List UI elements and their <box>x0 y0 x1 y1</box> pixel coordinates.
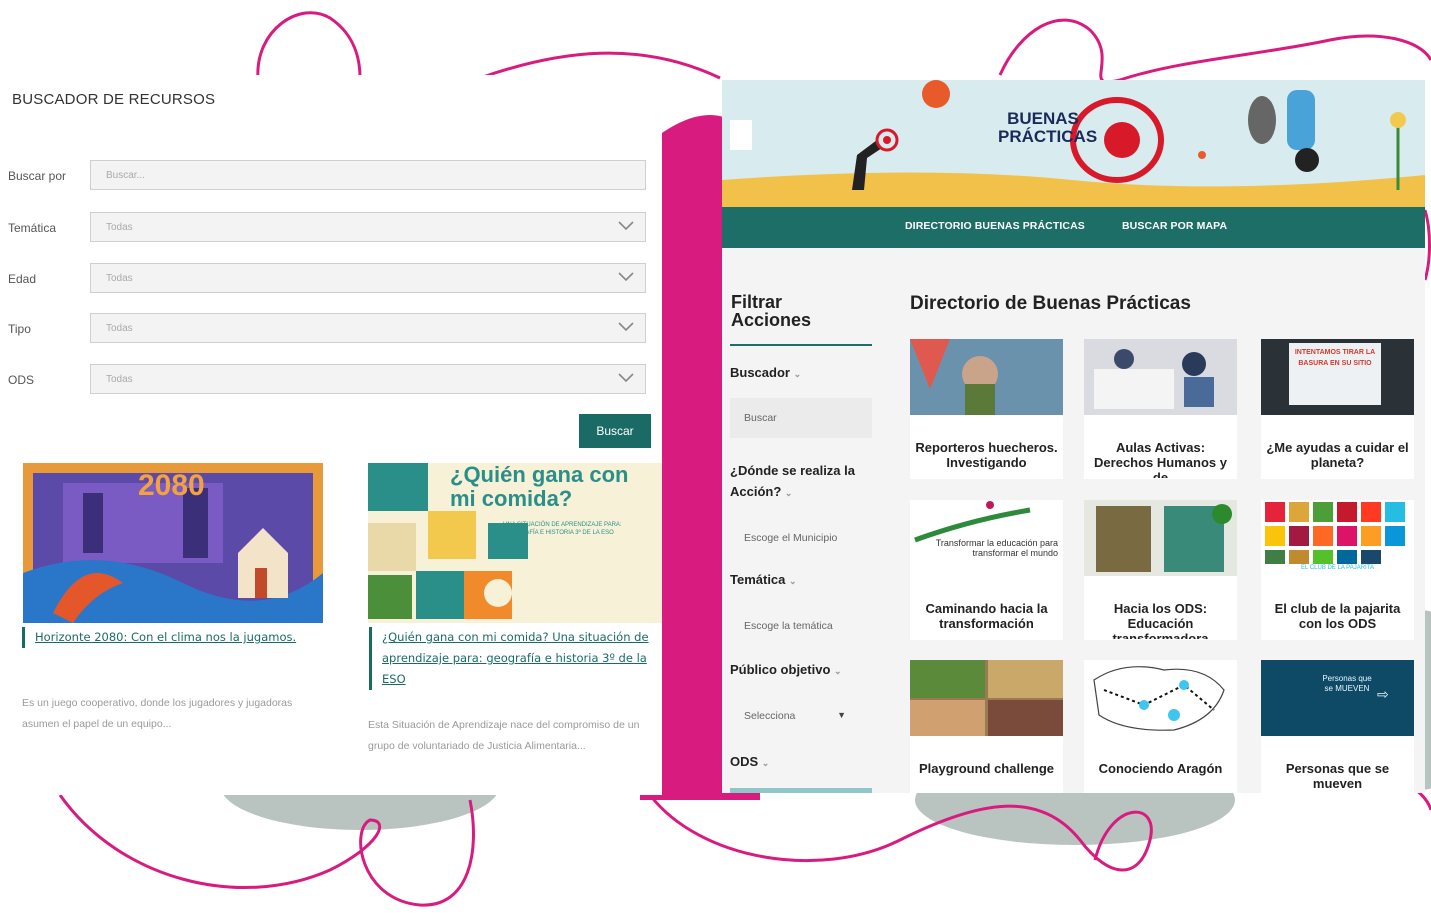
chevron-down-icon: ⌄ <box>834 666 842 676</box>
resource-search-panel: BUSCADOR DE RECURSOS Buscar por Buscar..… <box>0 75 662 795</box>
card-title-link[interactable]: ¿Quién gana con mi comida? Una situación… <box>369 627 662 690</box>
logo-line: PRÁCTICAS <box>998 127 1098 146</box>
tematica-select[interactable]: Todas <box>90 212 646 242</box>
card-title: Reporteros huecheros. Investigando <box>915 440 1058 470</box>
image-label: 2080 <box>138 469 205 502</box>
practice-card[interactable]: Hacia los ODS: Educación transformadora <box>1084 500 1237 640</box>
card-title: Playground challenge <box>918 761 1055 776</box>
edad-select[interactable]: Todas <box>90 263 646 293</box>
practice-card[interactable]: Personas que se MUEVEN ⇨ Personas que se… <box>1261 660 1414 793</box>
chevron-down-icon: ⌄ <box>784 488 793 498</box>
filter-heading-tematica[interactable]: Temática ⌄ <box>730 569 797 592</box>
card-title: Personas que se mueven <box>1285 761 1390 791</box>
card-thumbnail: EL CLUB DE LA PAJARITA <box>1261 500 1414 576</box>
search-input[interactable]: Buscar... <box>90 160 646 190</box>
practice-card[interactable]: EL CLUB DE LA PAJARITA El club de la paj… <box>1261 500 1414 640</box>
ods-select[interactable]: Todas <box>90 364 646 394</box>
card-image-horizonte[interactable]: 2080 <box>23 463 323 623</box>
filter-label-tematica: Temática <box>8 221 57 235</box>
select-value: Todas <box>106 222 133 233</box>
filter-label-buscar: Buscar por <box>8 169 67 183</box>
card-title: Hacia los ODS: Educación transformadora <box>1112 601 1209 639</box>
filter-label-ods: ODS <box>8 373 35 387</box>
main-navigation: DIRECTORIO BUENAS PRÁCTICAS BUSCAR POR M… <box>722 207 1425 248</box>
card-description: Es un juego cooperativo, donde los jugad… <box>22 697 293 730</box>
card-title: Conociendo Aragón <box>1098 761 1223 776</box>
filter-heading-publico[interactable]: Público objetivo ⌄ <box>730 659 842 682</box>
ods-field[interactable] <box>730 788 872 793</box>
practice-card[interactable]: Conociendo Aragón <box>1084 660 1237 793</box>
logo-line: BUENAS <box>1007 109 1079 128</box>
card-thumbnail <box>1084 500 1237 576</box>
card-image-quien-gana[interactable]: ¿Quién gana con mi comida? UNA SITUACIÓN… <box>368 463 662 623</box>
buenas-practicas-panel: BUENAS PRÁCTICAS DIRECTORIO BUENAS PRÁCT… <box>722 80 1425 793</box>
card-title-link[interactable]: Horizonte 2080: Con el clima nos la juga… <box>22 627 305 648</box>
chevron-down-icon <box>618 272 634 282</box>
page-title: Directorio de Buenas Prácticas <box>910 293 1191 314</box>
card-thumbnail <box>910 339 1063 415</box>
panel-title: BUSCADOR DE RECURSOS <box>12 91 216 108</box>
select-value: Todas <box>106 273 133 284</box>
chevron-down-icon <box>618 373 634 383</box>
nav-buscar-mapa[interactable]: BUSCAR POR MAPA <box>1122 220 1227 232</box>
heading-text: Buscador <box>730 365 790 380</box>
nav-directorio[interactable]: DIRECTORIO BUENAS PRÁCTICAS <box>905 220 1085 232</box>
filter-heading-buscador[interactable]: Buscador ⌄ <box>730 362 801 385</box>
heading-text: ODS <box>730 754 759 769</box>
chevron-down-icon <box>618 221 634 231</box>
card-thumbnail: Transformar la educación para transforma… <box>910 500 1063 576</box>
filter-heading-donde[interactable]: ¿Dónde se realiza la Acción? ⌄ <box>730 460 870 504</box>
chevron-down-icon: ⌄ <box>789 576 797 586</box>
site-banner: BUENAS PRÁCTICAS <box>722 80 1425 207</box>
municipio-select[interactable]: Escoge el Municipio <box>730 518 872 558</box>
sidebar-divider <box>730 344 872 346</box>
image-heading: ¿Quién gana con mi comida? <box>450 463 629 511</box>
heading-text: Temática <box>730 572 786 587</box>
tematica-select[interactable]: Escoge la temática <box>730 606 872 646</box>
practice-card[interactable]: Playground challenge <box>910 660 1063 793</box>
thumb-caption: Personas que se MUEVEN <box>1322 674 1372 693</box>
card-thumbnail: INTENTAMOS TIRAR LA BASURA EN SU SITIO <box>1261 339 1414 415</box>
select-value: Selecciona <box>744 710 796 722</box>
select-value: Todas <box>106 323 133 334</box>
search-button[interactable]: Buscar <box>579 414 651 448</box>
practice-card[interactable]: INTENTAMOS TIRAR LA BASURA EN SU SITIO ¿… <box>1261 339 1414 479</box>
thumb-caption: EL CLUB DE LA PAJARITA <box>1301 565 1374 571</box>
filter-label-tipo: Tipo <box>8 322 31 336</box>
card-thumbnail <box>910 660 1063 736</box>
sidebar-title: Filtrar Acciones <box>731 292 812 330</box>
card-title: Caminando hacia la transformación <box>925 601 1048 631</box>
thumb-caption: Transformar la educación para transforma… <box>935 538 1058 558</box>
card-title: ¿Me ayudas a cuidar el planeta? <box>1266 440 1409 470</box>
thumb-sign-text: INTENTAMOS TIRAR LA BASURA EN SU SITIO <box>1289 343 1381 405</box>
card-title: Aulas Activas: Derechos Humanos y de <box>1094 440 1227 478</box>
card-thumbnail <box>1084 660 1237 736</box>
buscador-input[interactable]: Buscar <box>730 398 872 438</box>
card-description: Esta Situación de Aprendizaje nace del c… <box>368 719 640 752</box>
heading-text: Público objetivo <box>730 662 831 677</box>
practice-card[interactable]: Transformar la educación para transforma… <box>910 500 1063 640</box>
site-logo[interactable]: BUENAS PRÁCTICAS <box>998 109 1098 146</box>
card-thumbnail: Personas que se MUEVEN ⇨ <box>1261 660 1414 736</box>
caret-down-icon: ▼ <box>837 710 846 720</box>
chevron-down-icon: ⌄ <box>761 758 770 768</box>
image-subheading: UNA SITUACIÓN DE APRENDIZAJE PARA: GEOGR… <box>503 522 622 536</box>
chevron-down-icon <box>618 322 634 332</box>
arrow-right-icon: ⇨ <box>1377 686 1389 702</box>
publico-select[interactable]: Selecciona ▼ <box>730 696 850 736</box>
filter-heading-ods[interactable]: ODS ⌄ <box>730 751 769 774</box>
practice-card[interactable]: Aulas Activas: Derechos Humanos y de <box>1084 339 1237 479</box>
practice-card[interactable]: Reporteros huecheros. Investigando <box>910 339 1063 479</box>
heading-text: ¿Dónde se realiza la Acción? <box>730 463 855 499</box>
chevron-down-icon: ⌄ <box>793 369 802 379</box>
tipo-select[interactable]: Todas <box>90 313 646 343</box>
select-value: Todas <box>106 374 133 385</box>
card-thumbnail <box>1084 339 1237 415</box>
filter-label-edad: Edad <box>8 272 37 286</box>
card-title: El club de la pajarita con los ODS <box>1274 601 1401 631</box>
